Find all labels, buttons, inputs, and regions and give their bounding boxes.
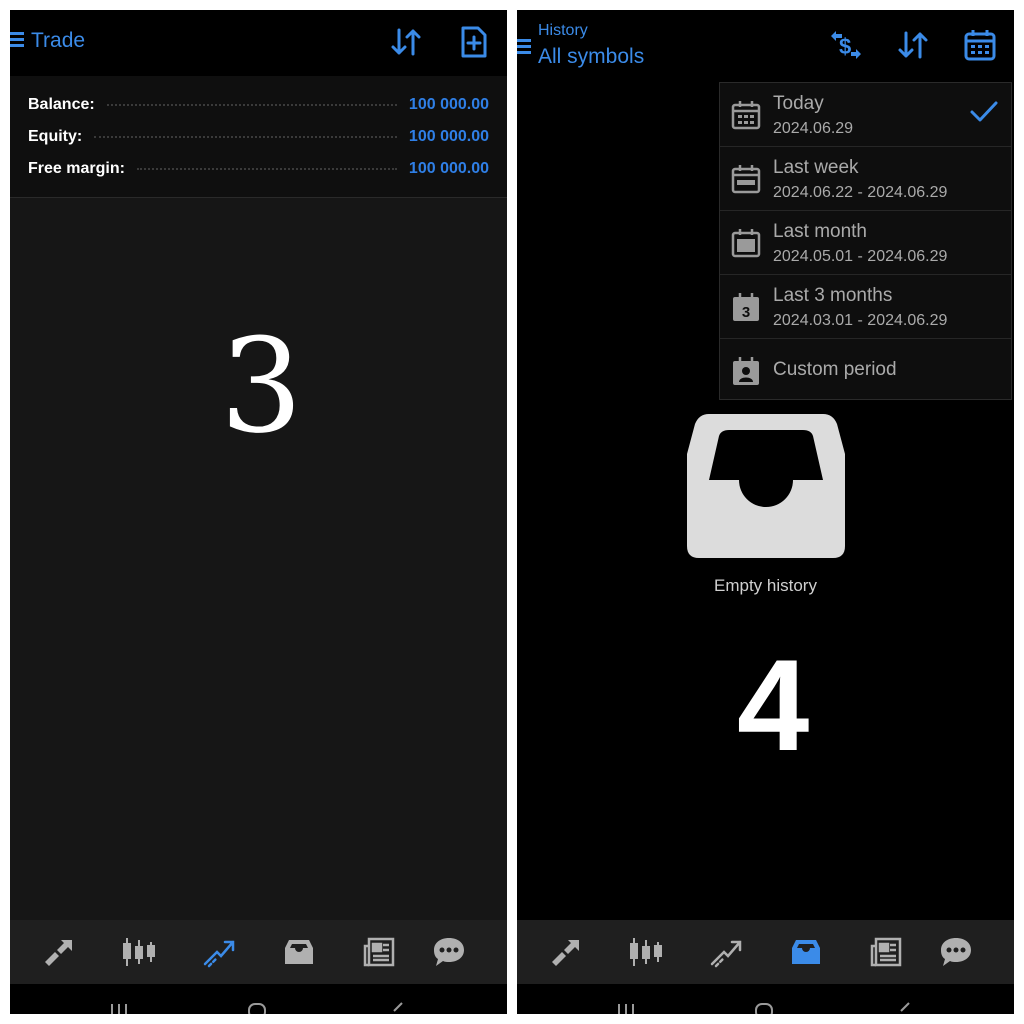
- calendar-today-icon: [730, 99, 762, 131]
- period-range: 2024.03.01 - 2024.06.29: [773, 312, 948, 329]
- free-margin-row: Free margin: 100 000.00: [28, 159, 489, 179]
- equity-value: 100 000.00: [408, 128, 489, 145]
- period-custom[interactable]: Custom period: [720, 339, 1011, 403]
- free-margin-label: Free margin:: [28, 160, 125, 177]
- new-order-icon[interactable]: [456, 24, 492, 60]
- page-title[interactable]: All symbols: [538, 45, 644, 69]
- page-subtitle: History: [538, 22, 588, 39]
- calendar-3-months-icon: 3: [730, 291, 762, 323]
- system-nav-bar: [10, 984, 507, 1014]
- chart-icon[interactable]: [121, 934, 157, 970]
- menu-icon[interactable]: [517, 39, 531, 55]
- news-icon[interactable]: [868, 934, 904, 970]
- trade-top-bar: Trade: [10, 10, 507, 76]
- history-icon[interactable]: [788, 934, 824, 970]
- balance-label: Balance:: [28, 96, 95, 113]
- sort-icon[interactable]: [895, 27, 931, 63]
- step-number: 3: [220, 310, 303, 462]
- period-label: Last 3 months: [773, 285, 893, 306]
- equity-row: Equity: 100 000.00: [28, 127, 489, 147]
- inbox-tray-icon: [687, 414, 845, 558]
- trade-screen: Trade Balance: 100 000.00 Equity: 100 00…: [10, 10, 507, 1014]
- period-range: 2024.05.01 - 2024.06.29: [773, 248, 948, 265]
- recent-apps-icon[interactable]: [615, 1002, 637, 1014]
- history-icon[interactable]: [281, 934, 317, 970]
- period-range: 2024.06.22 - 2024.06.29: [773, 184, 948, 201]
- quotes-icon[interactable]: [548, 934, 584, 970]
- history-top-bar: History All symbols $: [517, 10, 1014, 76]
- checkmark-icon: [969, 99, 999, 125]
- leader-dots: [136, 168, 397, 170]
- period-menu: Today 2024.06.29 Last week 2024.06.22 - …: [719, 82, 1012, 400]
- calendar-week-icon: [730, 163, 762, 195]
- free-margin-value: 100 000.00: [408, 160, 489, 177]
- calendar-month-icon: [730, 227, 762, 259]
- back-icon[interactable]: [893, 1002, 915, 1014]
- period-last-month[interactable]: Last month 2024.05.01 - 2024.06.29: [720, 211, 1011, 275]
- step-number: 4: [737, 632, 810, 778]
- currency-exchange-icon[interactable]: $: [828, 27, 864, 63]
- period-label: Last week: [773, 157, 859, 178]
- period-range: 2024.06.29: [773, 120, 854, 137]
- period-last-week[interactable]: Last week 2024.06.22 - 2024.06.29: [720, 147, 1011, 211]
- calendar-custom-icon: [730, 355, 762, 387]
- home-icon[interactable]: [753, 1002, 775, 1014]
- calendar-icon-number: 3: [742, 304, 750, 321]
- sort-icon[interactable]: [388, 24, 424, 60]
- period-today[interactable]: Today 2024.06.29: [720, 83, 1011, 147]
- recent-apps-icon[interactable]: [108, 1002, 130, 1014]
- history-screen: History All symbols $ Today 2024.06.29 L…: [517, 10, 1014, 1014]
- balance-row: Balance: 100 000.00: [28, 95, 489, 115]
- back-icon[interactable]: [386, 1002, 408, 1014]
- home-icon[interactable]: [246, 1002, 268, 1014]
- bottom-tab-bar: [10, 920, 507, 984]
- empty-history-text: Empty history: [714, 576, 817, 595]
- quotes-icon[interactable]: [41, 934, 77, 970]
- calendar-icon[interactable]: [962, 27, 998, 63]
- period-last-3-months[interactable]: 3 Last 3 months 2024.03.01 - 2024.06.29: [720, 275, 1011, 339]
- period-label: Today: [773, 93, 824, 114]
- equity-label: Equity:: [28, 128, 83, 145]
- bottom-tab-bar: [517, 920, 1014, 984]
- balance-value: 100 000.00: [408, 96, 489, 113]
- leader-dots: [106, 104, 397, 106]
- period-label: Custom period: [773, 359, 897, 380]
- trade-icon[interactable]: [708, 934, 744, 970]
- page-title: Trade: [31, 29, 86, 52]
- period-label: Last month: [773, 221, 867, 242]
- trade-icon[interactable]: [201, 934, 237, 970]
- messages-icon[interactable]: [431, 934, 467, 970]
- account-summary: Balance: 100 000.00 Equity: 100 000.00 F…: [10, 76, 507, 198]
- messages-icon[interactable]: [938, 934, 974, 970]
- system-nav-bar: [517, 984, 1014, 1014]
- chart-icon[interactable]: [628, 934, 664, 970]
- leader-dots: [94, 136, 397, 138]
- menu-icon[interactable]: [10, 32, 24, 48]
- news-icon[interactable]: [361, 934, 397, 970]
